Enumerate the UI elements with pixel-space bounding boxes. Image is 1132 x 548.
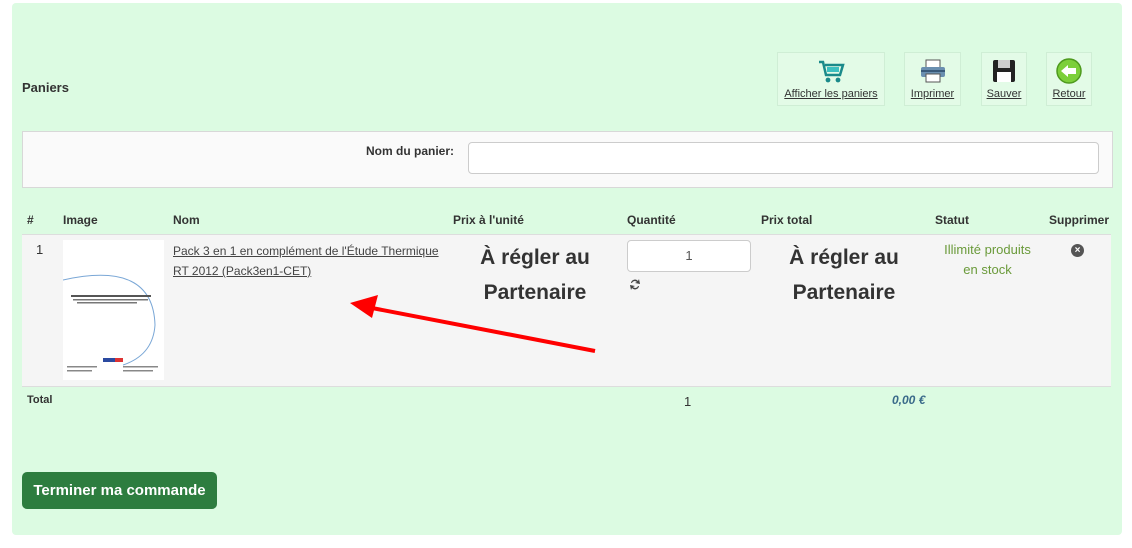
annotation-arrow xyxy=(350,295,596,353)
total-label: Total xyxy=(27,394,53,406)
total-price-amount: 0,00 € xyxy=(892,393,926,407)
total-quantity: 1 xyxy=(684,394,692,409)
finish-order-button[interactable]: Terminer ma commande xyxy=(22,472,217,509)
